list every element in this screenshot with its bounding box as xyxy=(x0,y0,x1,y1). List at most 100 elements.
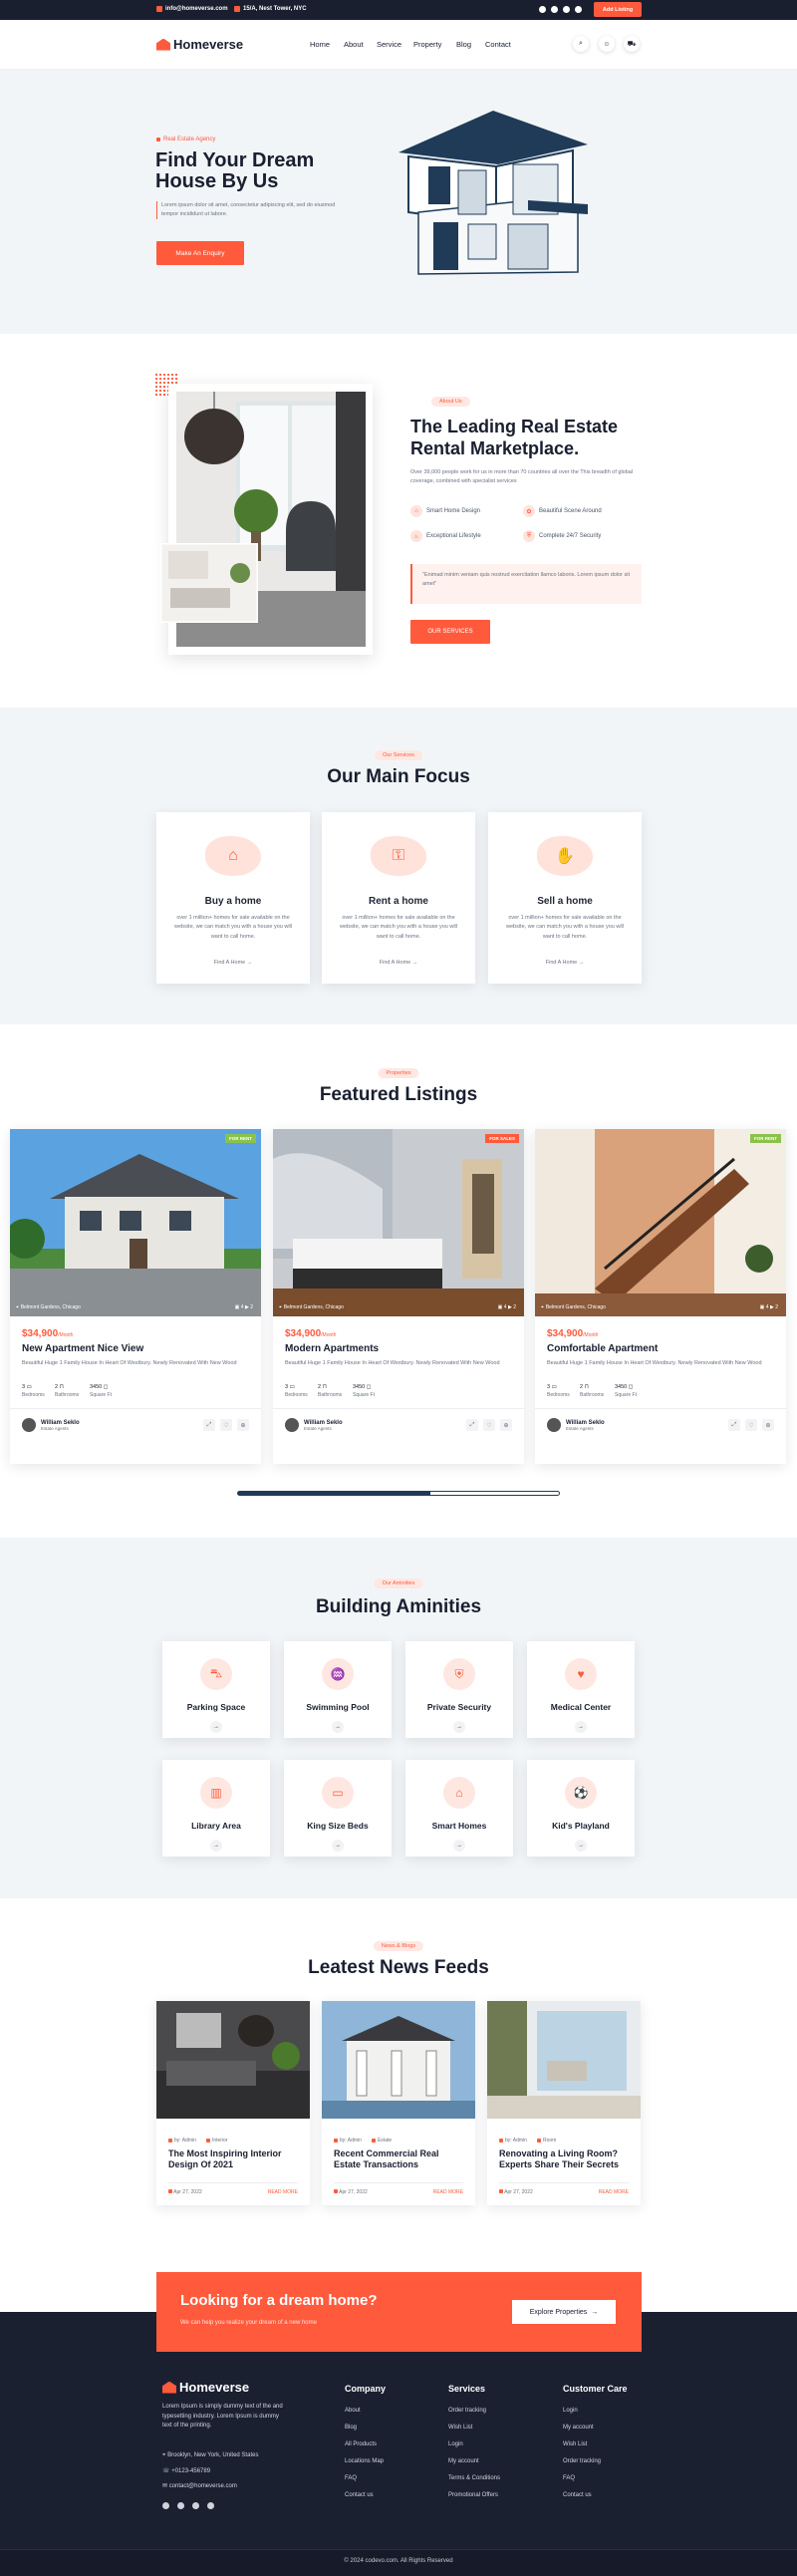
footer-link[interactable]: FAQ xyxy=(563,2475,575,2481)
agent-name[interactable]: William Seklo xyxy=(566,1420,605,1426)
find-home-link[interactable]: Find A Home → xyxy=(322,960,475,966)
heart-icon[interactable]: ♡ xyxy=(745,1419,757,1431)
explore-properties-button[interactable]: Explore Properties → xyxy=(512,2300,616,2324)
arrow-right-icon[interactable]: → xyxy=(575,1840,587,1852)
amenity-card[interactable]: ♒ Swimming Pool → xyxy=(284,1641,392,1738)
amenity-card[interactable]: ▭ King Size Beds → xyxy=(284,1760,392,1857)
explore-properties-label[interactable]: Explore Properties xyxy=(530,2309,588,2316)
linkedin-icon[interactable] xyxy=(192,2502,199,2509)
twitter-icon[interactable] xyxy=(551,6,558,13)
carousel-scrollbar[interactable] xyxy=(237,1491,560,1496)
footer-link[interactable]: Terms & Conditions xyxy=(448,2475,500,2481)
nav-contact[interactable]: Contact xyxy=(485,40,511,49)
footer-link[interactable]: About xyxy=(345,2408,361,2414)
footer-phone-text[interactable]: +0123-456789 xyxy=(171,2468,210,2474)
footer-link[interactable]: Blog xyxy=(345,2425,357,2431)
find-home-link-text[interactable]: Find A Home xyxy=(546,960,578,966)
nav-blog[interactable]: Blog xyxy=(456,40,471,49)
arrow-right-icon[interactable]: → xyxy=(210,1840,222,1852)
amenity-card[interactable]: ▥ Library Area → xyxy=(162,1760,270,1857)
find-home-link-text[interactable]: Find A Home xyxy=(214,960,246,966)
agent[interactable]: William Seklo Estate Agents xyxy=(285,1418,343,1432)
find-home-link[interactable]: Find A Home → xyxy=(156,960,310,966)
listing-title[interactable]: Modern Apartments xyxy=(285,1343,379,1354)
footer-link[interactable]: FAQ xyxy=(345,2475,357,2481)
footer-link[interactable]: My account xyxy=(448,2458,479,2464)
blog-card[interactable]: by: Admin Estate Recent Commercial Real E… xyxy=(322,2001,475,2205)
amenity-card[interactable]: ♥ Medical Center → xyxy=(527,1641,635,1738)
expand-icon[interactable]: ⤢ xyxy=(728,1419,740,1431)
category-text[interactable]: Estate xyxy=(378,2138,392,2144)
footer-link[interactable]: Login xyxy=(448,2441,463,2447)
amenity-card[interactable]: ⚽ Kid's Playland → xyxy=(527,1760,635,1857)
blog-card[interactable]: by: Admin Interior The Most Inspiring Int… xyxy=(156,2001,310,2205)
read-more-link[interactable]: READ MORE xyxy=(433,2189,463,2195)
scrollbar-thumb[interactable] xyxy=(238,1492,431,1495)
nav-home[interactable]: Home xyxy=(310,40,330,49)
make-enquiry-button[interactable]: Make An Enquiry xyxy=(156,241,244,265)
blog-category[interactable]: Interior xyxy=(205,2138,228,2144)
agent[interactable]: William Seklo Estate Agents xyxy=(547,1418,605,1432)
footer-link[interactable]: Contact us xyxy=(563,2492,592,2498)
facebook-icon[interactable] xyxy=(539,6,546,13)
expand-icon[interactable]: ⤢ xyxy=(203,1419,215,1431)
footer-link[interactable]: Promotional Offers xyxy=(448,2492,498,2498)
category-text[interactable]: Interior xyxy=(212,2138,228,2144)
nav-service[interactable]: Service xyxy=(377,40,401,49)
listing-card[interactable]: FOR RENT ⌖ Belmont Gardens, Chicago ▣ 4 ▶… xyxy=(10,1129,261,1464)
read-more-link[interactable]: READ MORE xyxy=(268,2189,298,2195)
blog-category[interactable]: Estate xyxy=(371,2138,392,2144)
topbar-email-text[interactable]: info@homeverse.com xyxy=(165,6,228,12)
listing-card[interactable]: FOR RENT ⌖ Belmont Gardens, Chicago ▣ 4 ▶… xyxy=(535,1129,786,1464)
amenity-card[interactable]: ⌂ Smart Homes → xyxy=(405,1760,513,1857)
logo[interactable]: Homeverse xyxy=(156,37,243,52)
twitter-icon[interactable] xyxy=(177,2502,184,2509)
arrow-right-icon[interactable]: → xyxy=(453,1840,465,1852)
footer-link[interactable]: Wish List xyxy=(448,2425,472,2431)
our-services-button[interactable]: OUR SERVICES xyxy=(410,620,490,644)
arrow-right-icon[interactable]: → xyxy=(332,1840,344,1852)
instagram-icon[interactable] xyxy=(563,6,570,13)
read-more-link[interactable]: READ MORE xyxy=(599,2189,629,2195)
expand-icon[interactable]: ⤢ xyxy=(466,1419,478,1431)
pinterest-icon[interactable] xyxy=(575,6,582,13)
find-home-link-text[interactable]: Find A Home xyxy=(380,960,411,966)
arrow-right-icon[interactable]: → xyxy=(210,1721,222,1733)
blog-category[interactable]: Room xyxy=(536,2138,556,2144)
agent-name[interactable]: William Seklo xyxy=(304,1420,343,1426)
user-icon[interactable]: ☺ xyxy=(599,36,615,52)
footer-link[interactable]: My account xyxy=(563,2425,594,2431)
agent-name[interactable]: William Seklo xyxy=(41,1420,80,1426)
compare-icon[interactable]: ⊕ xyxy=(237,1419,249,1431)
blog-image[interactable] xyxy=(322,2001,475,2119)
nav-property[interactable]: Property xyxy=(413,40,441,49)
blog-image[interactable] xyxy=(487,2001,641,2119)
heart-icon[interactable]: ♡ xyxy=(220,1419,232,1431)
listing-card[interactable]: FOR SALES ⌖ Belmont Gardens, Chicago ▣ 4 … xyxy=(273,1129,524,1464)
agent[interactable]: William Seklo Estate Agents xyxy=(22,1418,80,1432)
footer-link[interactable]: Order tracking xyxy=(563,2458,601,2464)
blog-post-title[interactable]: The Most Inspiring Interior Design Of 20… xyxy=(168,2148,303,2171)
footer-email[interactable]: ✉ contact@homeverse.com xyxy=(162,2482,237,2489)
listing-image[interactable]: FOR SALES ⌖ Belmont Gardens, Chicago ▣ 4 … xyxy=(273,1129,524,1316)
blog-image[interactable] xyxy=(156,2001,310,2119)
footer-link[interactable]: Wish List xyxy=(563,2441,587,2447)
footer-logo[interactable]: Homeverse xyxy=(162,2380,249,2395)
footer-link[interactable]: Login xyxy=(563,2408,578,2414)
footer-link[interactable]: Order tracking xyxy=(448,2408,486,2414)
arrow-right-icon[interactable]: → xyxy=(575,1721,587,1733)
footer-email-text[interactable]: contact@homeverse.com xyxy=(169,2483,237,2489)
amenity-card[interactable]: ⛨ Private Security → xyxy=(405,1641,513,1738)
listing-image[interactable]: FOR RENT ⌖ Belmont Gardens, Chicago ▣ 4 ▶… xyxy=(535,1129,786,1316)
compare-icon[interactable]: ⊕ xyxy=(500,1419,512,1431)
amenity-card[interactable]: ⛍ Parking Space → xyxy=(162,1641,270,1738)
footer-link[interactable]: Locations Map xyxy=(345,2458,384,2464)
compare-icon[interactable]: ⊕ xyxy=(762,1419,774,1431)
footer-link[interactable]: Contact us xyxy=(345,2492,374,2498)
search-icon[interactable]: ⌕ xyxy=(573,36,589,52)
cart-icon[interactable]: ⛟ xyxy=(624,36,640,52)
listing-title[interactable]: New Apartment Nice View xyxy=(22,1343,143,1354)
listing-image[interactable]: FOR RENT ⌖ Belmont Gardens, Chicago ▣ 4 ▶… xyxy=(10,1129,261,1316)
arrow-right-icon[interactable]: → xyxy=(332,1721,344,1733)
arrow-right-icon[interactable]: → xyxy=(453,1721,465,1733)
